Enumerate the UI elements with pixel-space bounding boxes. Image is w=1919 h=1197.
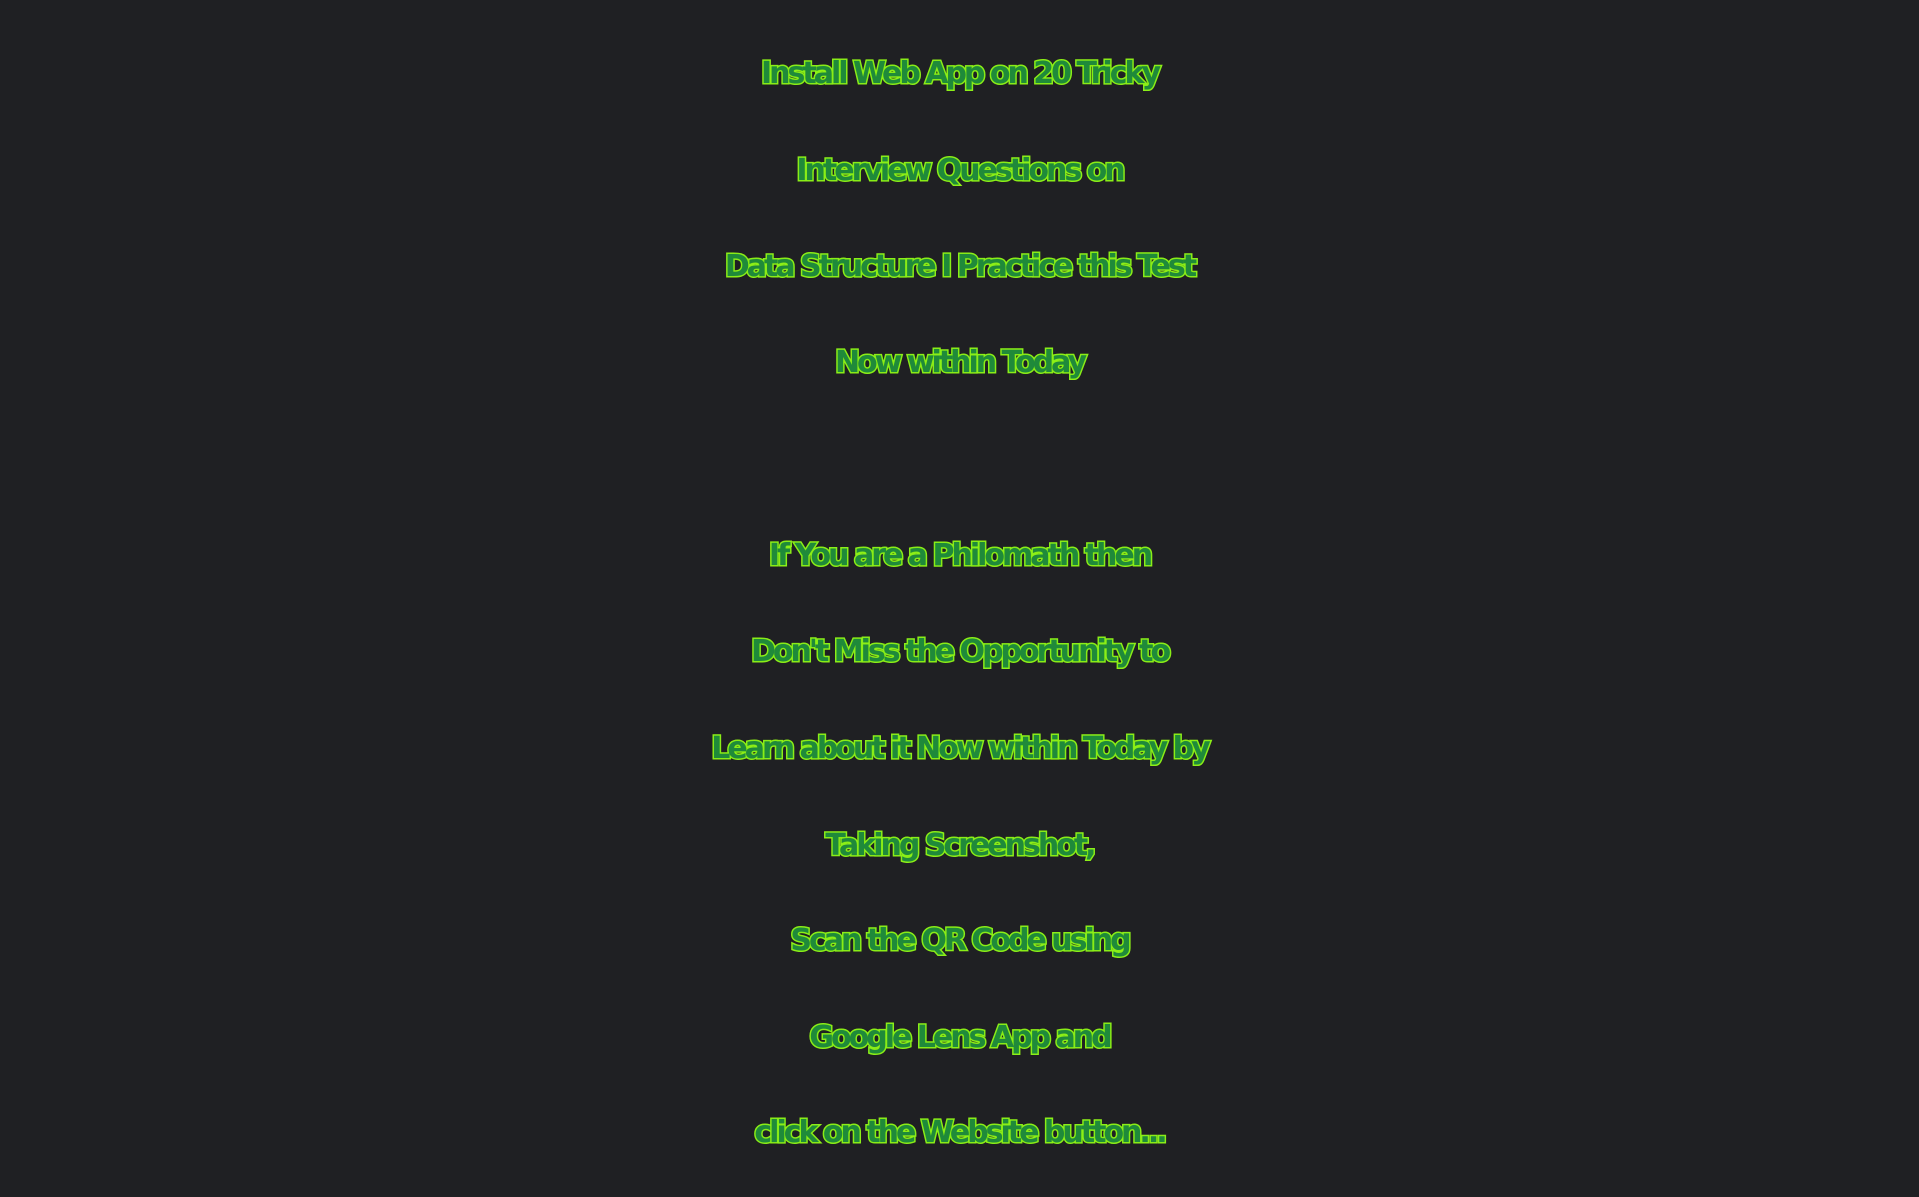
headline-line-4: Now within Today [833,344,1088,382]
message-line-3: Learn about it Now within Today by [710,730,1212,768]
promo-canvas: Install Web App on 20 Tricky Interview Q… [0,0,1919,1197]
message-line-4: Taking Screenshot, [824,827,1098,865]
message-line-1: If You are a Philomath then [767,537,1154,575]
message-line-7: click on the Website button... [753,1114,1169,1152]
headline-line-1: Install Web App on 20 Tricky [759,55,1162,93]
headline-line-2: Interview Questions on [795,152,1127,190]
message-line-2: Don't Miss the Opportunity to [749,633,1172,671]
message-line-5: Scan the QR Code using [789,922,1133,960]
headline-line-3: Data Structure I Practice this Test [723,248,1198,286]
message-line-6: Google Lens App and [808,1019,1114,1057]
